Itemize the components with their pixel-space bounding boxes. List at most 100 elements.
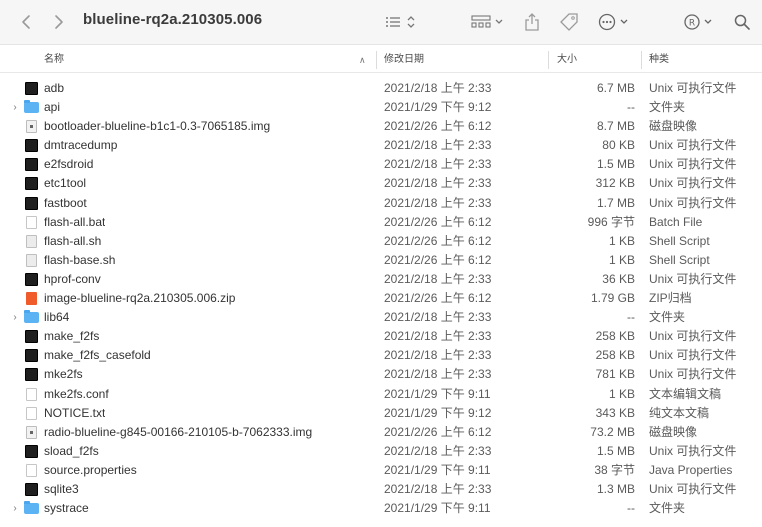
grid-group-icon bbox=[471, 15, 503, 28]
folder-icon bbox=[24, 501, 39, 515]
file-name: lib64 bbox=[44, 310, 70, 325]
file-kind: Shell Script bbox=[649, 233, 710, 248]
column-name-header[interactable]: 名称 bbox=[44, 48, 64, 72]
file-row[interactable]: sqlite3 2021/2/18 上午 2:33 1.3 MB Unix 可执行文件 bbox=[0, 480, 762, 499]
file-size: 312 KB bbox=[595, 176, 635, 191]
header-divider bbox=[0, 72, 762, 73]
file-kind: 纯文本文稿 bbox=[649, 405, 710, 420]
disclosure-triangle-icon[interactable]: › bbox=[9, 98, 21, 117]
disclosure-triangle-icon[interactable]: › bbox=[9, 308, 21, 327]
file-row[interactable]: › systrace 2021/1/29 下午 9:11 -- 文件夹 bbox=[0, 499, 762, 518]
file-kind: 文件夹 bbox=[649, 100, 686, 115]
window-title: blueline-rq2a.210305.006 bbox=[83, 11, 263, 28]
exec-icon bbox=[25, 444, 38, 458]
file-name: flash-all.sh bbox=[44, 233, 102, 248]
file-row[interactable]: radio-blueline-g845-00166-210105-b-70623… bbox=[0, 423, 762, 442]
ellipsis-circle-icon bbox=[598, 13, 628, 31]
file-row[interactable]: e2fsdroid 2021/2/18 上午 2:33 1.5 MB Unix 可执行… bbox=[0, 155, 762, 174]
file-kind: 文件夹 bbox=[649, 501, 686, 516]
file-row[interactable]: › api 2021/1/29 下午 9:12 -- 文件夹 bbox=[0, 98, 762, 117]
file-row[interactable]: mke2fs.conf 2021/1/29 下午 9:11 1 KB 文本编辑文稿 bbox=[0, 385, 762, 404]
disclosure-triangle-icon bbox=[9, 155, 21, 174]
search-icon bbox=[734, 14, 750, 30]
file-name: flash-all.bat bbox=[44, 214, 106, 229]
file-size: 258 KB bbox=[595, 348, 635, 363]
file-size: -- bbox=[627, 501, 635, 516]
file-date: 2021/2/26 上午 6:12 bbox=[384, 252, 492, 267]
file-name: api bbox=[44, 100, 61, 115]
document-icon bbox=[26, 215, 37, 229]
file-row[interactable]: flash-all.sh 2021/2/26 上午 6:12 1 KB Shell S… bbox=[0, 232, 762, 251]
file-row[interactable]: › lib64 2021/2/18 上午 2:33 -- 文件夹 bbox=[0, 308, 762, 327]
file-size: 8.7 MB bbox=[596, 119, 635, 134]
tag-button[interactable] bbox=[557, 0, 581, 44]
sort-ascending-icon[interactable]: ∧ bbox=[359, 48, 366, 72]
file-date: 2021/1/29 下午 9:11 bbox=[384, 462, 491, 477]
column-size-header[interactable]: 大小 bbox=[557, 48, 577, 72]
disclosure-triangle-icon bbox=[9, 251, 21, 270]
column-divider[interactable] bbox=[548, 51, 549, 69]
file-kind: 磁盘映像 bbox=[649, 424, 698, 439]
share-button[interactable] bbox=[522, 0, 542, 44]
forward-button[interactable] bbox=[49, 0, 69, 44]
file-row[interactable]: flash-base.sh 2021/2/26 上午 6:12 1 KB Shell … bbox=[0, 251, 762, 270]
file-name: sqlite3 bbox=[44, 481, 79, 496]
column-date-header[interactable]: 修改日期 bbox=[384, 48, 424, 72]
file-row[interactable]: NOTICE.txt 2021/1/29 下午 9:12 343 KB 纯文本文稿 bbox=[0, 404, 762, 423]
file-row[interactable]: hprof-conv 2021/2/18 上午 2:33 36 KB Unix 可执行… bbox=[0, 270, 762, 289]
column-divider[interactable] bbox=[641, 51, 642, 69]
disclosure-triangle-icon bbox=[9, 404, 21, 423]
file-date: 2021/2/26 上午 6:12 bbox=[384, 119, 492, 134]
disclosure-triangle-icon bbox=[9, 480, 21, 499]
file-row[interactable]: adb 2021/2/18 上午 2:33 6.7 MB Unix 可执行文件 bbox=[0, 79, 762, 98]
back-button[interactable] bbox=[16, 0, 36, 44]
file-row[interactable]: image-blueline-rq2a.210305.006.zip 2021/2… bbox=[0, 289, 762, 308]
file-name: sload_f2fs bbox=[44, 443, 99, 458]
script-icon bbox=[26, 253, 37, 267]
search-button[interactable] bbox=[732, 0, 752, 44]
file-kind: Unix 可执行文件 bbox=[649, 329, 737, 344]
group-button[interactable] bbox=[469, 0, 505, 44]
file-date: 2021/2/18 上午 2:33 bbox=[384, 81, 492, 95]
file-date: 2021/1/29 下午 9:11 bbox=[384, 386, 491, 401]
file-row[interactable]: make_f2fs_casefold 2021/2/18 上午 2:33 258 K… bbox=[0, 346, 762, 365]
file-row[interactable]: source.properties 2021/1/29 下午 9:11 38 字节 J… bbox=[0, 461, 762, 480]
file-name: flash-base.sh bbox=[44, 252, 116, 267]
disclosure-triangle-icon bbox=[9, 174, 21, 193]
airdrop-button[interactable]: R bbox=[682, 0, 716, 44]
disclosure-triangle-icon bbox=[9, 442, 21, 461]
file-date: 2021/1/29 下午 9:12 bbox=[384, 100, 492, 115]
file-date: 2021/2/26 上午 6:12 bbox=[384, 291, 492, 306]
action-menu-button[interactable] bbox=[597, 0, 633, 44]
file-row[interactable]: flash-all.bat 2021/2/26 上午 6:12 996 字节 Batc… bbox=[0, 213, 762, 232]
file-name: NOTICE.txt bbox=[44, 405, 106, 420]
view-options-button[interactable] bbox=[383, 0, 421, 44]
file-row[interactable]: dmtracedump 2021/2/18 上午 2:33 80 KB Unix 可执… bbox=[0, 136, 762, 155]
disclosure-triangle-icon bbox=[9, 289, 21, 308]
file-kind: Unix 可执行文件 bbox=[649, 195, 737, 210]
disclosure-triangle-icon bbox=[9, 232, 21, 251]
file-row[interactable]: mke2fs 2021/2/18 上午 2:33 781 KB Unix 可执行文件 bbox=[0, 365, 762, 384]
file-row[interactable]: bootloader-blueline-b1c1-0.3-7065185.img… bbox=[0, 117, 762, 136]
file-row[interactable]: etc1tool 2021/2/18 上午 2:33 312 KB Unix 可执行文… bbox=[0, 174, 762, 193]
file-row[interactable]: fastboot 2021/2/18 上午 2:33 1.7 MB Unix 可执行文… bbox=[0, 194, 762, 213]
file-kind: Unix 可执行文件 bbox=[649, 81, 737, 95]
disclosure-triangle-icon bbox=[9, 270, 21, 289]
finder-toolbar: blueline-rq2a.210305.006 R bbox=[0, 0, 762, 44]
disclosure-triangle-icon[interactable]: › bbox=[9, 499, 21, 518]
file-row[interactable]: sload_f2fs 2021/2/18 上午 2:33 1.5 MB Unix 可执… bbox=[0, 442, 762, 461]
file-row[interactable]: make_f2fs 2021/2/18 上午 2:33 258 KB Unix 可执行… bbox=[0, 327, 762, 346]
tag-icon bbox=[560, 13, 578, 31]
file-name: source.properties bbox=[44, 462, 137, 477]
file-date: 2021/2/26 上午 6:12 bbox=[384, 424, 492, 439]
file-size: 1.5 MB bbox=[596, 443, 635, 458]
column-kind-header[interactable]: 种类 bbox=[649, 48, 669, 72]
script-icon bbox=[26, 234, 37, 248]
toolbar-divider bbox=[0, 44, 762, 45]
file-list: adb 2021/2/18 上午 2:33 6.7 MB Unix 可执行文件 › api… bbox=[0, 79, 762, 518]
file-date: 2021/2/18 上午 2:33 bbox=[384, 195, 492, 210]
disclosure-triangle-icon bbox=[9, 365, 21, 384]
file-name: dmtracedump bbox=[44, 138, 118, 153]
column-divider[interactable] bbox=[376, 51, 377, 69]
file-size: 1.3 MB bbox=[596, 481, 635, 496]
